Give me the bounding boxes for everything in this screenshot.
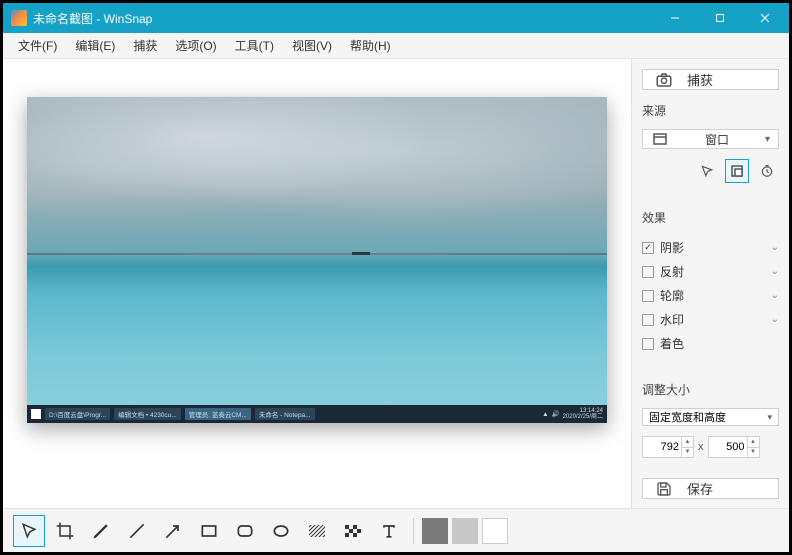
effect-label: 阴影: [660, 239, 684, 256]
pen-tool[interactable]: [85, 515, 117, 547]
horizon-decoration: [27, 253, 607, 255]
cursor-mode-button[interactable]: [695, 159, 719, 183]
toolbar-separator: [413, 518, 414, 544]
close-button[interactable]: [742, 4, 787, 32]
size-inputs: 792 ▲▼ x 500 ▲▼: [642, 436, 779, 458]
source-dropdown[interactable]: 窗口 ▾: [642, 129, 779, 149]
capture-mode-row: [642, 159, 779, 183]
checkbox-icon: [642, 314, 654, 326]
effect-label: 轮廓: [660, 287, 684, 304]
pixelate-tool[interactable]: [337, 515, 369, 547]
menu-help[interactable]: 帮助(H): [341, 33, 400, 58]
save-button[interactable]: 保存: [642, 478, 779, 499]
window-icon: [651, 130, 669, 148]
color-swatch-1[interactable]: [422, 518, 448, 544]
color-swatch-2[interactable]: [452, 518, 478, 544]
chevron-down-icon: ▾: [765, 134, 770, 145]
checkbox-icon: [642, 338, 654, 350]
ellipse-tool[interactable]: [265, 515, 297, 547]
text-tool[interactable]: [373, 515, 405, 547]
menu-file[interactable]: 文件(F): [9, 33, 66, 58]
effect-coloring[interactable]: 着色: [642, 332, 779, 355]
rectangle-tool[interactable]: [193, 515, 225, 547]
bottom-toolbar: [3, 508, 789, 552]
crop-tool[interactable]: [49, 515, 81, 547]
menu-capture[interactable]: 捕获: [124, 33, 166, 58]
width-value: 792: [661, 441, 679, 453]
chevron-down-icon: ⌄: [771, 290, 779, 301]
taskbar-item: 管理员: 蓝奏云CM...: [185, 408, 251, 420]
screenshot-preview[interactable]: D:\百度云盘\Progr... 编辑文档 • 4230cu... 管理员: 蓝…: [27, 97, 607, 423]
save-label: 保存: [687, 479, 713, 498]
taskbar-item: D:\百度云盘\Progr...: [45, 408, 110, 420]
arrow-tool[interactable]: [157, 515, 189, 547]
capture-label: 捕获: [687, 70, 713, 89]
effect-label: 水印: [660, 311, 684, 328]
menu-edit[interactable]: 编辑(E): [66, 33, 124, 58]
pointer-tool[interactable]: [13, 515, 45, 547]
height-value: 500: [726, 441, 744, 453]
window-title: 未命名截图 - WinSnap: [33, 10, 652, 27]
width-input[interactable]: 792 ▲▼: [642, 436, 694, 458]
menu-view[interactable]: 视图(V): [283, 33, 341, 58]
spin-up[interactable]: ▲: [681, 437, 693, 448]
app-icon: [11, 10, 27, 26]
effect-shadow[interactable]: ✓ 阴影 ⌄: [642, 236, 779, 259]
spin-up[interactable]: ▲: [747, 437, 759, 448]
effect-reflection[interactable]: 反射 ⌄: [642, 260, 779, 283]
tray-date: 2020/2/25/周二: [563, 414, 603, 420]
save-icon: [655, 480, 673, 498]
effect-outline[interactable]: 轮廓 ⌄: [642, 284, 779, 307]
effect-label: 着色: [660, 335, 684, 352]
resize-mode-value: 固定宽度和高度: [649, 409, 767, 425]
chevron-down-icon: ⌄: [771, 266, 779, 277]
source-value: 窗口: [679, 131, 755, 148]
spin-down[interactable]: ▼: [747, 448, 759, 458]
rounded-rect-tool[interactable]: [229, 515, 261, 547]
resize-section-label: 调整大小: [642, 381, 779, 398]
blur-tool[interactable]: [301, 515, 333, 547]
effects-section-label: 效果: [642, 209, 779, 226]
source-section-label: 来源: [642, 102, 779, 119]
region-mode-button[interactable]: [725, 159, 749, 183]
dimension-separator: x: [698, 441, 704, 453]
system-tray: ▲🔊 13:14:24 2020/2/25/周二: [542, 408, 603, 420]
effect-label: 反射: [660, 263, 684, 280]
main-body: D:\百度云盘\Progr... 编辑文档 • 4230cu... 管理员: 蓝…: [3, 59, 789, 508]
chevron-down-icon: ⌄: [771, 314, 779, 325]
titlebar: 未命名截图 - WinSnap: [3, 3, 789, 33]
height-input[interactable]: 500 ▲▼: [708, 436, 760, 458]
sidebar: 捕获 来源 窗口 ▾: [631, 59, 789, 508]
capture-button[interactable]: 捕获: [642, 69, 779, 90]
boat-decoration: [352, 252, 370, 255]
checkbox-icon: [642, 290, 654, 302]
checkbox-icon: ✓: [642, 242, 654, 254]
menubar: 文件(F) 编辑(E) 捕获 选项(O) 工具(T) 视图(V) 帮助(H): [3, 33, 789, 59]
app-window: 未命名截图 - WinSnap 文件(F) 编辑(E) 捕获 选项(O) 工具(…: [0, 0, 792, 555]
chevron-down-icon: ⌄: [771, 242, 779, 253]
maximize-button[interactable]: [697, 4, 742, 32]
timer-mode-button[interactable]: [755, 159, 779, 183]
taskbar-item: 未命名 - Notepa...: [255, 408, 315, 420]
menu-options[interactable]: 选项(O): [166, 33, 225, 58]
resize-mode-select[interactable]: 固定宽度和高度 ▾: [642, 408, 779, 426]
canvas-area: D:\百度云盘\Progr... 编辑文档 • 4230cu... 管理员: 蓝…: [3, 59, 631, 508]
taskbar-item: 编辑文档 • 4230cu...: [114, 408, 181, 420]
camera-icon: [655, 71, 673, 89]
menu-tools[interactable]: 工具(T): [226, 33, 283, 58]
line-tool[interactable]: [121, 515, 153, 547]
color-swatch-3[interactable]: [482, 518, 508, 544]
start-icon: [31, 409, 41, 419]
checkbox-icon: [642, 266, 654, 278]
chevron-down-icon: ▾: [767, 412, 772, 423]
captured-taskbar: D:\百度云盘\Progr... 编辑文档 • 4230cu... 管理员: 蓝…: [27, 405, 607, 423]
sky-decoration: [27, 97, 607, 253]
spin-down[interactable]: ▼: [681, 448, 693, 458]
minimize-button[interactable]: [652, 4, 697, 32]
effect-watermark[interactable]: 水印 ⌄: [642, 308, 779, 331]
